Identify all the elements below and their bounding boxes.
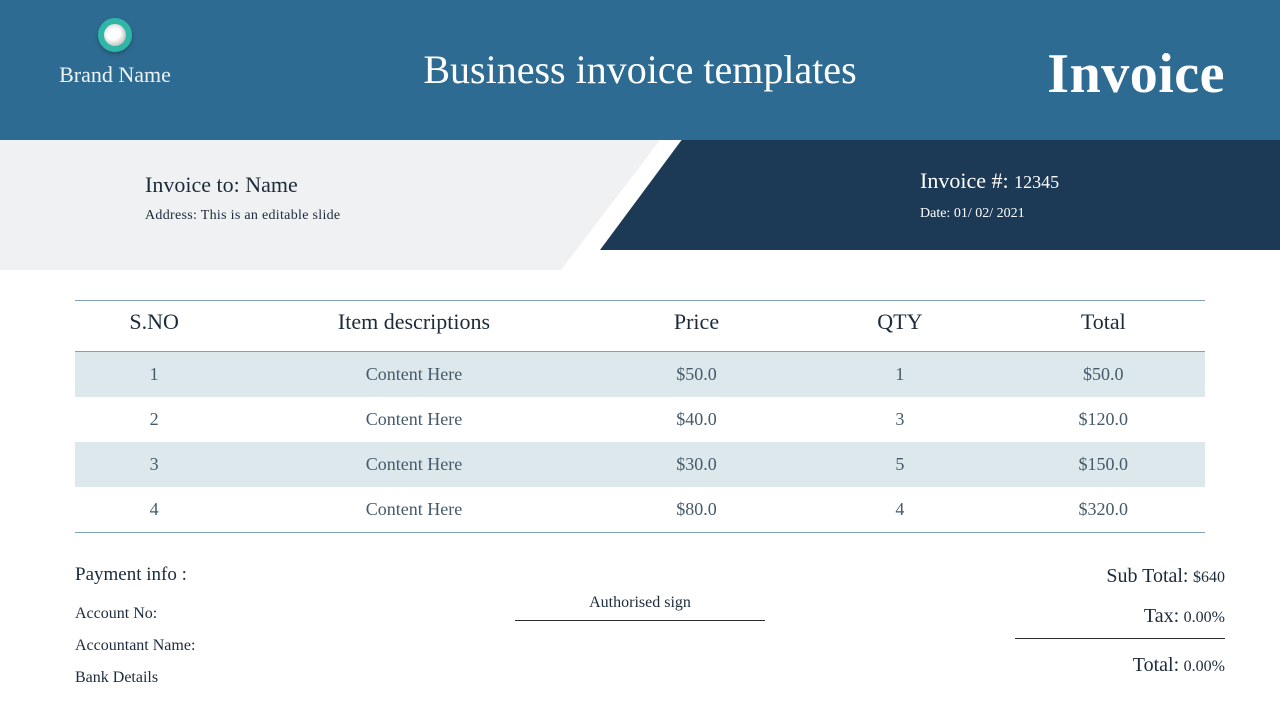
cell-sno: 2 [75, 397, 233, 442]
cell-desc: Content Here [233, 352, 595, 398]
cell-price: $80.0 [595, 487, 798, 533]
cell-total: $120.0 [1002, 397, 1205, 442]
grandtotal-line: Total: 0.00% [1015, 645, 1225, 685]
signature-label: Authorised sign [515, 594, 765, 618]
info-strip: Invoice to: Name Address: This is an edi… [0, 140, 1280, 270]
payment-bank-label: Bank Details [75, 662, 195, 694]
th-sno: S.NO [75, 301, 233, 352]
payment-info-block: Payment info : Account No: Accountant Na… [75, 556, 195, 694]
grandtotal-label: Total: [1133, 654, 1179, 676]
address-value: This is an editable slide [201, 208, 341, 223]
cell-desc: Content Here [233, 442, 595, 487]
bill-to-label: Invoice to: [145, 172, 240, 197]
subtotal-value: $640 [1193, 569, 1225, 586]
cell-qty: 1 [798, 352, 1001, 398]
cell-sno: 4 [75, 487, 233, 533]
th-qty: QTY [798, 301, 1001, 352]
cell-total: $50.0 [1002, 352, 1205, 398]
totals-divider [1015, 638, 1225, 639]
brand-block: Brand Name [30, 18, 200, 88]
payment-account-no-label: Account No: [75, 598, 195, 630]
signature-block: Authorised sign [515, 594, 765, 621]
bill-to-name: Name [245, 172, 298, 197]
subtotal-label: Sub Total: [1106, 565, 1188, 587]
cell-price: $50.0 [595, 352, 798, 398]
cell-desc: Content Here [233, 397, 595, 442]
cell-price: $40.0 [595, 397, 798, 442]
cell-qty: 5 [798, 442, 1001, 487]
th-desc: Item descriptions [233, 301, 595, 352]
invoice-number-label: Invoice #: [920, 168, 1009, 193]
totals-block: Sub Total: $640 Tax: 0.00% Total: 0.00% [1015, 556, 1225, 685]
footer-area: Payment info : Account No: Accountant Na… [75, 556, 1225, 706]
table-header-row: S.NO Item descriptions Price QTY Total [75, 301, 1205, 352]
invoice-date-label: Date: [920, 206, 950, 221]
cell-total: $150.0 [1002, 442, 1205, 487]
th-total: Total [1002, 301, 1205, 352]
table-row: 3 Content Here $30.0 5 $150.0 [75, 442, 1205, 487]
table-row: 4 Content Here $80.0 4 $320.0 [75, 487, 1205, 533]
header-banner: Brand Name Business invoice templates In… [0, 0, 1280, 140]
address-label: Address: [145, 208, 197, 223]
cell-price: $30.0 [595, 442, 798, 487]
line-items-table-wrap: S.NO Item descriptions Price QTY Total 1… [75, 300, 1205, 533]
invoice-date-value: 01/ 02/ 2021 [954, 206, 1025, 221]
bill-to-line: Invoice to: Name [145, 172, 660, 198]
tax-line: Tax: 0.00% [1015, 596, 1225, 636]
line-items-table: S.NO Item descriptions Price QTY Total 1… [75, 300, 1205, 533]
table-row: 1 Content Here $50.0 1 $50.0 [75, 352, 1205, 398]
invoice-date-line: Date: 01/ 02/ 2021 [920, 206, 1025, 222]
invoice-slide: Brand Name Business invoice templates In… [0, 0, 1280, 720]
cell-total: $320.0 [1002, 487, 1205, 533]
invoice-meta-panel: Invoice #: 12345 Date: 01/ 02/ 2021 [600, 140, 1280, 250]
bill-to-panel: Invoice to: Name Address: This is an edi… [0, 140, 660, 270]
subtotal-line: Sub Total: $640 [1015, 556, 1225, 596]
brand-name: Brand Name [30, 62, 200, 88]
grandtotal-value: 0.00% [1184, 658, 1225, 675]
invoice-number-line: Invoice #: 12345 [920, 168, 1059, 194]
th-price: Price [595, 301, 798, 352]
cell-qty: 3 [798, 397, 1001, 442]
signature-line [515, 620, 765, 621]
invoice-number-value: 12345 [1014, 172, 1059, 192]
payment-accountant-label: Accountant Name: [75, 630, 195, 662]
brand-logo-icon [98, 18, 132, 52]
bill-to-address-line: Address: This is an editable slide [145, 208, 660, 224]
cell-qty: 4 [798, 487, 1001, 533]
document-type-label: Invoice [1047, 42, 1225, 106]
tax-label: Tax: [1144, 605, 1179, 627]
cell-sno: 1 [75, 352, 233, 398]
table-row: 2 Content Here $40.0 3 $120.0 [75, 397, 1205, 442]
page-title: Business invoice templates [423, 46, 856, 93]
tax-value: 0.00% [1184, 609, 1225, 626]
payment-info-heading: Payment info : [75, 556, 195, 594]
cell-desc: Content Here [233, 487, 595, 533]
cell-sno: 3 [75, 442, 233, 487]
